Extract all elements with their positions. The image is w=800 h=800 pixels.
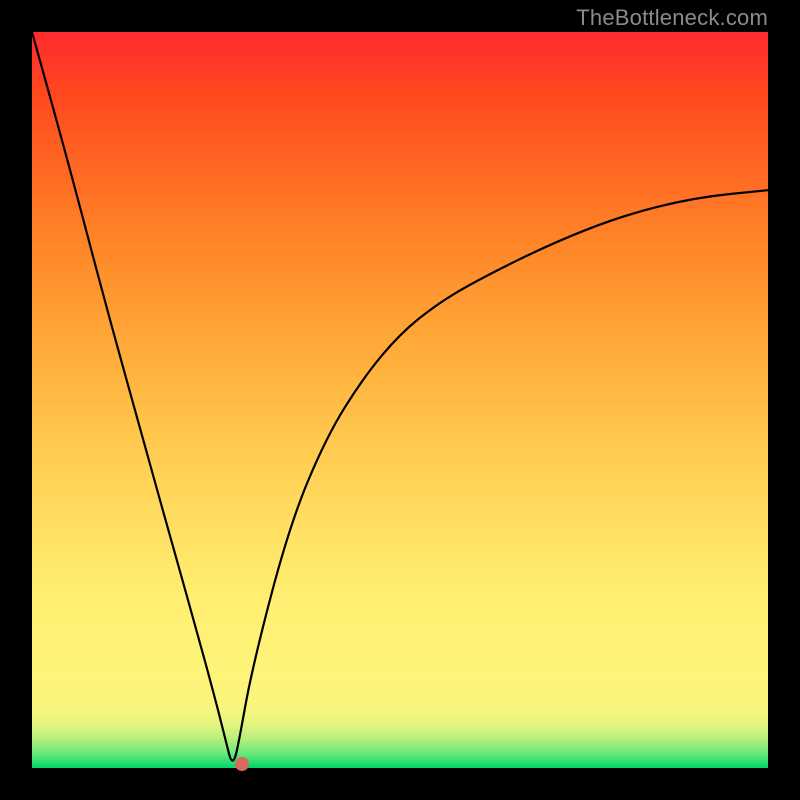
bottleneck-curve	[32, 32, 768, 768]
minimum-marker	[235, 757, 249, 771]
plot-area	[32, 32, 768, 768]
watermark-text: TheBottleneck.com	[576, 5, 768, 31]
chart-frame: TheBottleneck.com	[0, 0, 800, 800]
